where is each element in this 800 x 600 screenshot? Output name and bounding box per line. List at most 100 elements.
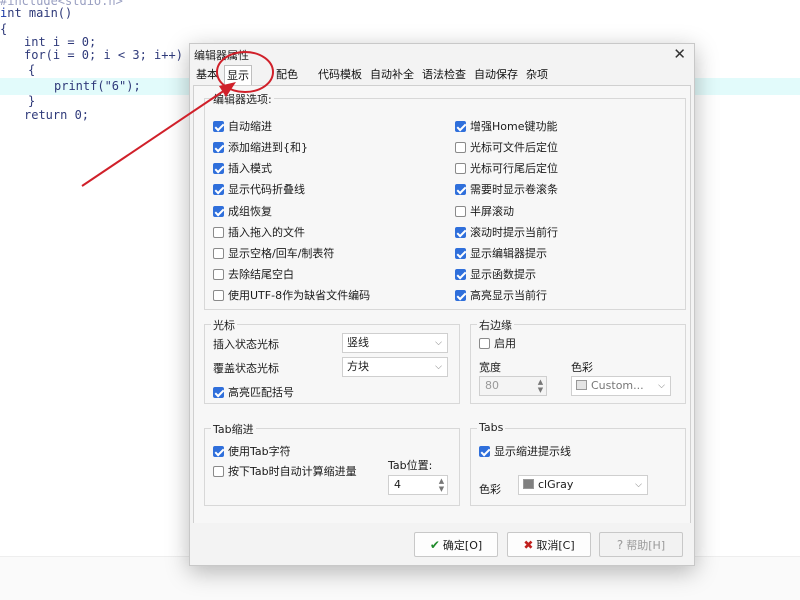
option-function-hints[interactable]: 显示函数提示 <box>455 266 536 282</box>
option-insert-mode[interactable]: 插入模式 <box>213 160 272 176</box>
option-half-page-scroll[interactable]: 半屏滚动 <box>455 203 514 219</box>
tab-colors[interactable]: 配色 <box>274 65 300 85</box>
tab-misc[interactable]: 杂项 <box>524 65 550 85</box>
editor-options-title: 编辑器选项: <box>211 91 274 107</box>
cursor-group: 光标 插入状态光标 竖线 ⌵ 覆盖状态光标 方块 ⌵ 高亮匹配括号 <box>204 317 460 404</box>
right-margin-title: 右边缘 <box>477 317 514 333</box>
tabs-group: Tabs 显示缩进提示线 色彩 clGray ⌵ <box>470 421 686 506</box>
question-icon: ? <box>616 537 624 552</box>
checkbox-icon <box>455 120 466 132</box>
checkbox-icon <box>455 183 466 195</box>
option-trim-trailing[interactable]: 去除结尾空白 <box>213 266 294 282</box>
cursor-group-title: 光标 <box>211 317 237 333</box>
checkbox-icon <box>455 226 466 238</box>
chevron-down-icon: ⌵ <box>635 480 642 490</box>
checkmark-icon: ✔ <box>429 537 440 552</box>
cancel-button[interactable]: ✖ 取消[C] <box>507 532 591 557</box>
checkbox-icon <box>213 289 224 301</box>
dialog-titlebar[interactable]: 编辑器属性 ✕ <box>190 44 694 64</box>
checkbox-icon <box>213 386 224 398</box>
insert-cursor-label: 插入状态光标 <box>213 338 279 351</box>
margin-color-select[interactable]: Custom... ⌵ <box>571 376 671 396</box>
checkbox-icon <box>213 162 224 174</box>
code-line-5: for(i = 0; i < 3; i++) <box>24 48 183 62</box>
code-line-6: { <box>28 63 36 77</box>
checkbox-icon <box>213 226 224 238</box>
margin-width-label: 宽度 <box>479 361 501 374</box>
checkbox-icon <box>479 445 490 457</box>
insert-cursor-select[interactable]: 竖线 ⌵ <box>342 333 448 353</box>
tab-display[interactable]: 显示 <box>224 65 252 86</box>
display-tab-panel: 编辑器选项: 自动缩进 添加缩进到{和} 插入模式 显示代码折叠线 成组恢复 插… <box>193 85 691 525</box>
checkbox-icon <box>213 445 224 457</box>
ok-button[interactable]: ✔ 确定[O] <box>414 532 498 557</box>
spinner-arrows-icon[interactable]: ▲ ▼ <box>536 378 545 394</box>
checkbox-icon <box>213 465 224 477</box>
checkbox-icon <box>455 141 466 153</box>
checkbox-icon <box>455 205 466 217</box>
option-show-fold-lines[interactable]: 显示代码折叠线 <box>213 181 305 197</box>
option-add-indent-braces[interactable]: 添加缩进到{和} <box>213 139 308 155</box>
tabs-color-label: 色彩 <box>479 483 501 496</box>
checkbox-icon <box>213 141 224 153</box>
checkbox-icon <box>455 247 466 259</box>
tab-position-label: Tab位置: <box>388 459 433 472</box>
margin-color-label: 色彩 <box>571 361 593 374</box>
code-line-9: return 0; <box>24 108 90 122</box>
tab-indent-title: Tab缩进 <box>211 421 256 437</box>
tabs-color-select[interactable]: clGray ⌵ <box>518 475 648 495</box>
overwrite-cursor-select[interactable]: 方块 ⌵ <box>342 357 448 377</box>
chevron-down-icon: ⌵ <box>435 362 442 372</box>
tab-auto-save[interactable]: 自动保存 <box>472 65 520 85</box>
option-group-undo[interactable]: 成组恢复 <box>213 203 272 219</box>
close-icon[interactable]: ✕ <box>673 45 686 63</box>
option-show-indent-guides[interactable]: 显示缩进提示线 <box>479 443 571 459</box>
option-show-whitespace[interactable]: 显示空格/回车/制表符 <box>213 245 334 261</box>
tab-code-templates[interactable]: 代码模板 <box>316 65 364 85</box>
option-scrollbars-as-needed[interactable]: 需要时显示卷滚条 <box>455 181 558 197</box>
checkbox-icon <box>213 247 224 259</box>
margin-width-spinner[interactable]: 80 ▲ ▼ <box>479 376 547 396</box>
tab-position-spinner[interactable]: 4 ▲ ▼ <box>388 475 448 495</box>
checkbox-icon <box>455 289 466 301</box>
option-utf8-default[interactable]: 使用UTF-8作为缺省文件编码 <box>213 287 370 303</box>
option-editor-hints[interactable]: 显示编辑器提示 <box>455 245 547 261</box>
checkbox-icon <box>213 183 224 195</box>
help-button[interactable]: ? 帮助[H] <box>599 532 683 557</box>
checkbox-icon <box>479 337 490 349</box>
option-enhanced-home[interactable]: 增强Home键功能 <box>455 118 557 134</box>
option-auto-indent[interactable]: 自动缩进 <box>213 118 272 134</box>
editor-options-group: 编辑器选项: 自动缩进 添加缩进到{和} 插入模式 显示代码折叠线 成组恢复 插… <box>204 91 686 310</box>
dialog-title: 编辑器属性 <box>194 49 249 62</box>
option-use-tab-char[interactable]: 使用Tab字符 <box>213 443 291 459</box>
dialog-footer: ✔ 确定[O] ✖ 取消[C] ? 帮助[H] <box>190 523 694 565</box>
cross-icon: ✖ <box>523 537 534 552</box>
tab-basic[interactable]: 基本 <box>194 65 220 85</box>
option-auto-calc-indent[interactable]: 按下Tab时自动计算缩进量 <box>213 463 357 479</box>
tabs-group-title: Tabs <box>477 421 506 434</box>
option-scroll-hint-line[interactable]: 滚动时提示当前行 <box>455 224 558 240</box>
checkbox-icon <box>213 120 224 132</box>
option-enable-right-margin[interactable]: 启用 <box>479 335 516 351</box>
option-cursor-past-eof[interactable]: 光标可文件后定位 <box>455 139 558 155</box>
code-line-3: { <box>0 22 8 36</box>
option-highlight-current-line[interactable]: 高亮显示当前行 <box>455 287 547 303</box>
checkbox-icon <box>213 205 224 217</box>
color-swatch-icon <box>576 380 587 390</box>
code-line-2: int main() <box>0 6 73 20</box>
option-highlight-brackets[interactable]: 高亮匹配括号 <box>213 384 294 400</box>
code-line-7: printf("6"); <box>54 79 141 93</box>
overwrite-cursor-label: 覆盖状态光标 <box>213 362 279 375</box>
tab-indent-group: Tab缩进 使用Tab字符 按下Tab时自动计算缩进量 Tab位置: 4 ▲ ▼ <box>204 421 460 506</box>
spinner-arrows-icon[interactable]: ▲ ▼ <box>437 477 446 493</box>
checkbox-icon <box>455 268 466 280</box>
editor-properties-dialog: 编辑器属性 ✕ 基本 显示 配色 代码模板 自动补全 语法检查 自动保存 杂项 … <box>189 43 695 566</box>
checkbox-icon <box>213 268 224 280</box>
option-insert-dropped-files[interactable]: 插入拖入的文件 <box>213 224 305 240</box>
tab-syntax-check[interactable]: 语法检查 <box>420 65 468 85</box>
option-cursor-past-eol[interactable]: 光标可行尾后定位 <box>455 160 558 176</box>
right-margin-group: 右边缘 启用 宽度 80 ▲ ▼ 色彩 Custom... ⌵ <box>470 317 686 404</box>
checkbox-icon <box>455 162 466 174</box>
tab-auto-complete[interactable]: 自动补全 <box>368 65 416 85</box>
chevron-down-icon: ⌵ <box>435 338 442 348</box>
